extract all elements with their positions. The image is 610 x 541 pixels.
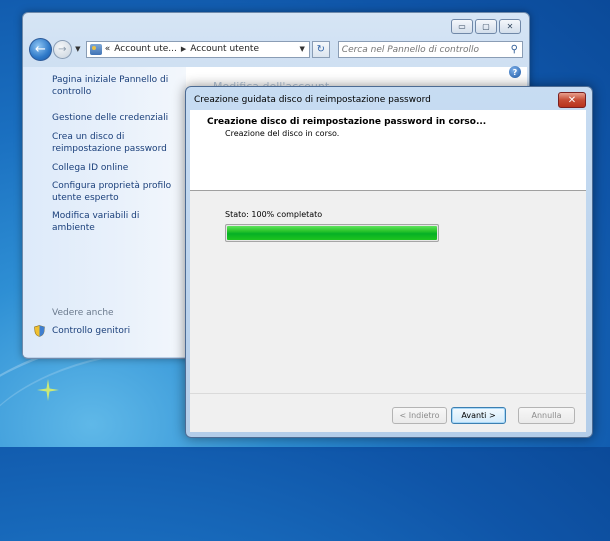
- cancel-button[interactable]: Annulla: [518, 407, 575, 424]
- wizard-content: Stato: 100% completato < Indietro Avanti…: [190, 191, 586, 432]
- forward-button[interactable]: →: [52, 39, 72, 59]
- chevron-right-icon[interactable]: ▶: [181, 45, 186, 53]
- close-button[interactable]: ✕: [558, 92, 586, 108]
- dialog-title: Creazione guidata disco di reimpostazion…: [194, 95, 431, 105]
- window-caption-buttons: ▭ ▢ ✕: [451, 19, 521, 34]
- shield-icon: [34, 325, 45, 337]
- status-text: Stato: 100% completato: [225, 210, 323, 219]
- navigation-bar: ← → ▼ « Account ute... ▶ Account utente …: [29, 37, 523, 61]
- sidebar-item-credential-manager[interactable]: Gestione delle credenziali: [52, 113, 182, 125]
- help-icon[interactable]: ?: [509, 66, 521, 78]
- wizard-heading: Creazione disco di reimpostazione passwo…: [207, 117, 487, 127]
- arrow-left-icon: ←: [35, 41, 46, 57]
- see-also-label: Vedere anche: [52, 308, 114, 318]
- breadcrumb-overflow[interactable]: «: [105, 44, 111, 54]
- sidebar-item-advanced-profile[interactable]: Configura proprietà profilo utente esper…: [52, 181, 182, 204]
- control-panel-icon: [89, 43, 102, 55]
- breadcrumb-item[interactable]: Account utente: [190, 44, 259, 54]
- close-button[interactable]: ✕: [499, 19, 521, 34]
- recent-pages-dropdown[interactable]: ▼: [73, 45, 83, 53]
- wallpaper-flare-icon: [37, 379, 59, 401]
- arrow-right-icon: →: [58, 43, 67, 55]
- sidebar-item-create-reset-disk[interactable]: Crea un disco di reimpostazione password: [52, 132, 182, 155]
- wizard-subheading: Creazione del disco in corso.: [225, 129, 340, 138]
- sidebar-item-label: Controllo genitori: [52, 326, 131, 336]
- breadcrumb-item[interactable]: Account ute...: [114, 44, 177, 54]
- search-box[interactable]: ⚲: [337, 40, 523, 58]
- sidebar-item-control-panel-home[interactable]: Pagina iniziale Pannello di controllo: [52, 75, 182, 98]
- progress-bar: [225, 224, 439, 242]
- wizard-header: Creazione disco di reimpostazione passwo…: [190, 110, 586, 191]
- next-button[interactable]: Avanti >: [451, 407, 506, 424]
- maximize-button[interactable]: ▢: [475, 19, 497, 34]
- search-icon[interactable]: ⚲: [511, 44, 518, 55]
- sidebar-item-parental-controls[interactable]: Controllo genitori: [34, 325, 130, 337]
- progress-bar-fill: [227, 226, 437, 240]
- sidebar-item-environment-variables[interactable]: Modifica variabili di ambiente: [52, 211, 182, 234]
- refresh-icon: ↻: [316, 43, 325, 55]
- back-button[interactable]: < Indietro: [392, 407, 447, 424]
- chevron-down-icon[interactable]: ▼: [299, 45, 304, 53]
- sidebar-item-link-online-id[interactable]: Collega ID online: [52, 163, 182, 175]
- password-reset-wizard-dialog: Creazione guidata disco di reimpostazion…: [185, 86, 593, 438]
- sidebar: Pagina iniziale Pannello di controllo Ge…: [23, 67, 186, 357]
- close-icon: ✕: [567, 94, 577, 106]
- back-button[interactable]: ←: [29, 37, 52, 61]
- address-bar[interactable]: « Account ute... ▶ Account utente ▼: [85, 40, 310, 58]
- refresh-button[interactable]: ↻: [311, 40, 330, 58]
- minimize-button[interactable]: ▭: [451, 19, 473, 34]
- divider: [190, 393, 586, 394]
- search-input[interactable]: [338, 41, 505, 58]
- chevron-down-icon: ▼: [75, 45, 81, 53]
